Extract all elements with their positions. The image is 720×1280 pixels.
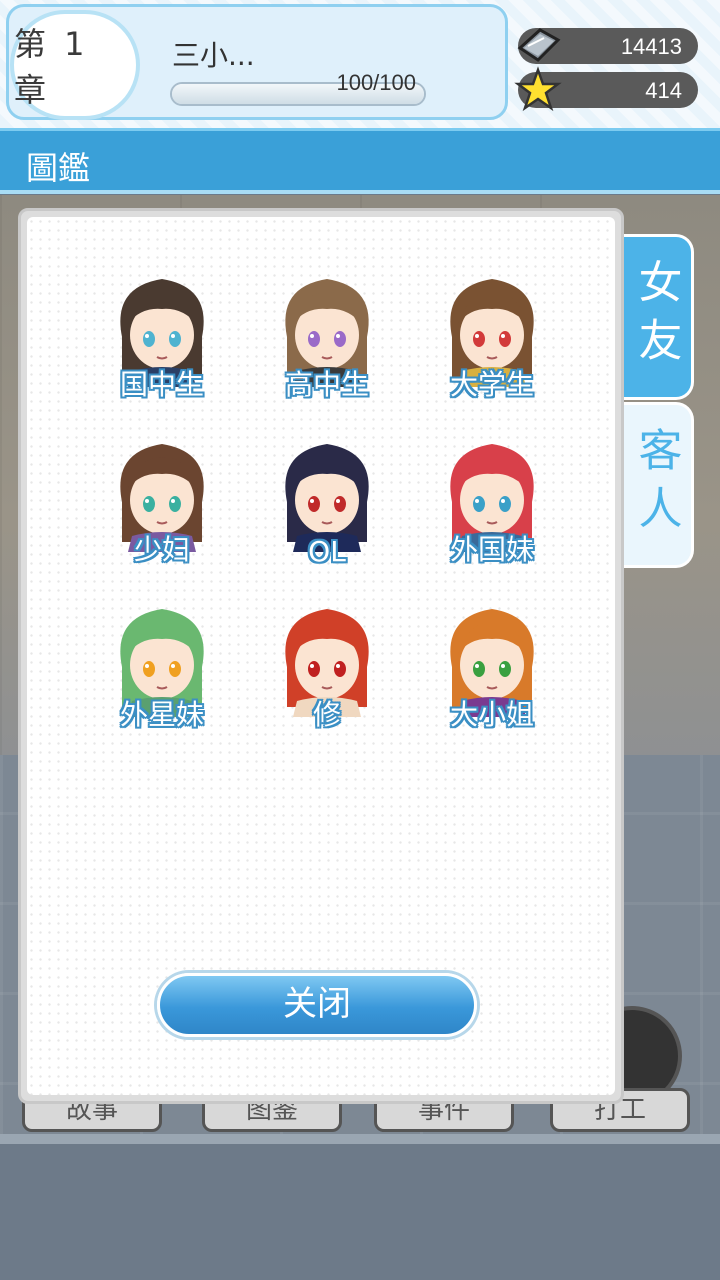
top-hud: 第 1 章 三小... 100/100 14413 414 (0, 0, 720, 128)
character-portrait-icon (285, 444, 369, 552)
character-card[interactable]: 修 (262, 597, 392, 731)
title-bar: 圖鑑 (0, 128, 720, 194)
character-label: 大学生 (449, 368, 534, 401)
gem-count: 14413 (620, 34, 682, 59)
character-label: 修 (312, 698, 341, 731)
gem-icon (517, 28, 561, 62)
gem-counter[interactable]: 14413 (517, 28, 698, 64)
affection-progress-text: 100/100 (336, 70, 416, 95)
tab-girlfriend-label: 女友 (630, 259, 682, 375)
bottom-band (0, 1134, 720, 1280)
character-card[interactable]: 外星妹 (97, 597, 227, 731)
star-icon (514, 66, 562, 112)
character-card[interactable]: 国中生 (97, 267, 227, 401)
tab-girlfriend[interactable]: 女友 (620, 234, 694, 400)
character-label: 大小姐 (449, 698, 534, 731)
tab-guest[interactable]: 客人 (620, 402, 694, 568)
character-card[interactable]: 少妇 (97, 432, 227, 566)
character-card[interactable]: 外国妹 (427, 432, 557, 566)
tab-guest-label: 客人 (630, 427, 682, 543)
character-name: 三小... (172, 39, 255, 72)
character-label: 少妇 (133, 533, 190, 566)
close-button[interactable]: 关闭 (157, 973, 477, 1037)
character-card[interactable]: 高中生 (262, 267, 392, 401)
gallery-dialog-body: 国中生 高中生 大学生 少妇 OL 外国妹 外星妹 修 大小姐 关闭 (27, 217, 615, 1095)
star-count: 414 (645, 78, 682, 103)
star-counter[interactable]: 414 (514, 66, 698, 112)
character-card[interactable]: OL (262, 432, 392, 568)
chapter-badge[interactable]: 第 1 章 (10, 10, 140, 120)
character-label: 高中生 (284, 368, 369, 401)
character-card[interactable]: 大学生 (427, 267, 557, 401)
character-label: OL (308, 535, 346, 568)
page-title: 圖鑑 (26, 149, 91, 187)
character-card[interactable]: 大小姐 (427, 597, 557, 731)
character-label: 外国妹 (449, 533, 534, 566)
character-label: 国中生 (119, 368, 204, 401)
gallery-dialog: 国中生 高中生 大学生 少妇 OL 外国妹 外星妹 修 大小姐 关闭 (18, 208, 624, 1104)
character-label: 外星妹 (119, 698, 204, 731)
